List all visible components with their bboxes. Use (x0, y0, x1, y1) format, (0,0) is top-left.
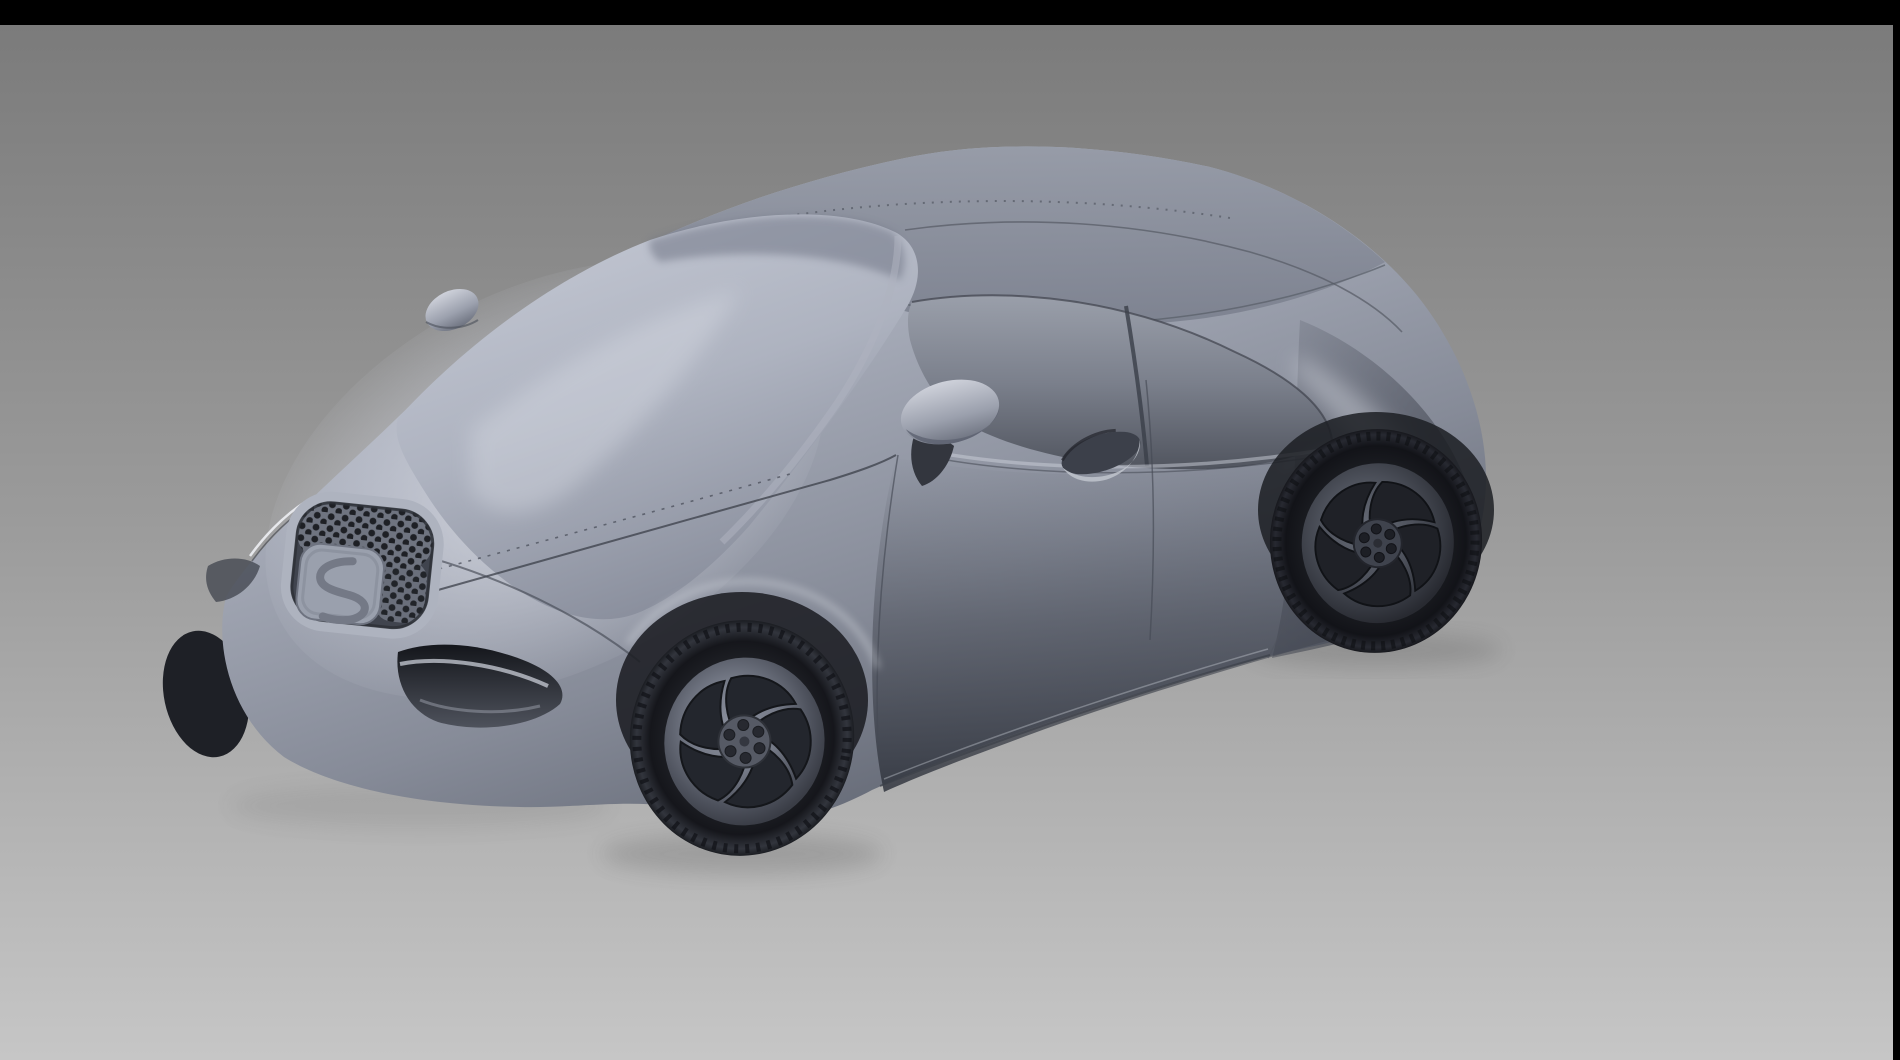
front-wheel (611, 592, 873, 874)
car-model-render (0, 25, 1893, 1060)
front-grille (282, 493, 443, 638)
seat-badge-icon (294, 542, 385, 626)
car-model[interactable] (152, 146, 1494, 873)
letterbox-top-bar (0, 0, 1900, 25)
letterbox-right-bar (1893, 0, 1900, 1060)
application-window (0, 0, 1900, 1060)
viewport-3d[interactable] (0, 25, 1893, 1060)
